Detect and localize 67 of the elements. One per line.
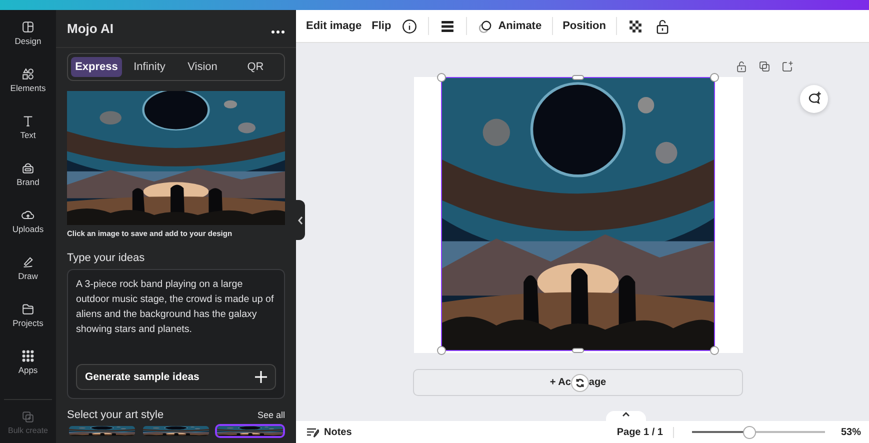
panel-title: Mojo AI (67, 21, 114, 36)
notes-icon (306, 426, 319, 438)
page-indicator[interactable]: Page 1 / 1 (616, 426, 674, 438)
art-style-thumbnail[interactable] (215, 424, 285, 438)
rail-item[interactable]: Design (0, 20, 56, 67)
mode-tab[interactable]: Vision (177, 57, 228, 77)
more-icon[interactable] (271, 30, 285, 34)
rail-item[interactable]: Projects (0, 302, 56, 349)
rail-item[interactable]: Brand (0, 161, 56, 208)
text-icon (21, 114, 35, 128)
comment-add-icon (806, 91, 822, 107)
rotate-handle[interactable] (570, 374, 589, 392)
resize-handle[interactable] (572, 75, 584, 80)
toolbar-button[interactable]: Flip (372, 20, 392, 32)
caret-icon (622, 411, 630, 417)
see-all-link[interactable]: See all (257, 410, 285, 420)
rail-item[interactable]: Apps (0, 349, 56, 396)
rail-label: Design (14, 36, 42, 46)
toolbar-button[interactable]: Position (562, 20, 606, 32)
resize-handle[interactable] (436, 346, 446, 355)
plus-icon (255, 371, 267, 383)
folder-icon (21, 302, 35, 316)
layout-icon (21, 20, 35, 34)
ideas-field[interactable]: A 3-piece rock band playing on a large outdoor music stage, the crowd is made up of aliens and the background has the galaxy showing stars and planets. Generate sample ideas (67, 269, 285, 399)
mode-tab[interactable]: Express (71, 57, 122, 77)
expand-tab[interactable] (606, 411, 646, 421)
rail-label: Projects (12, 318, 44, 328)
toolbar-button[interactable]: Animate (477, 18, 542, 34)
cloud-upload-icon (21, 208, 35, 222)
rail-item[interactable]: Elements (0, 67, 56, 114)
art-style-thumbnail[interactable] (67, 424, 137, 438)
comment-button[interactable] (800, 85, 828, 113)
add-page-button[interactable]: + Ac age (413, 369, 743, 396)
resize-handle[interactable] (572, 348, 584, 353)
rail-label: Elements (10, 83, 46, 93)
checkerboard-icon[interactable] (626, 18, 644, 34)
generate-button[interactable]: Generate sample ideas (76, 364, 276, 390)
resize-handle[interactable] (710, 346, 718, 355)
zoom-value: 53% (840, 426, 861, 438)
rail-label: Bulk create (8, 426, 48, 435)
rail-item[interactable]: Text (0, 114, 56, 161)
rail-label: Draw (18, 271, 38, 281)
rail-label: Brand (16, 177, 40, 187)
rail-item[interactable]: Draw (0, 255, 56, 302)
toolbar-button[interactable]: Edit image (306, 20, 362, 32)
resize-handle[interactable] (436, 73, 446, 82)
pen-icon (21, 255, 35, 269)
rail-label: Uploads (12, 224, 44, 234)
resize-handle[interactable] (710, 73, 718, 82)
add-icon[interactable] (781, 60, 794, 73)
copy-plus-icon (21, 410, 35, 424)
info-icon[interactable] (401, 18, 418, 34)
lock-icon[interactable] (735, 60, 748, 73)
briefcase-icon (21, 161, 35, 175)
art-style-thumbnail[interactable] (141, 424, 211, 438)
notes-button[interactable]: Notes (306, 426, 352, 438)
rail-label: Apps (18, 365, 38, 375)
art-style-label: Select your art style (67, 409, 164, 421)
ideas-label: Type your ideas (67, 252, 146, 264)
collapse-handle[interactable] (296, 200, 305, 240)
mode-tab[interactable]: QR (230, 57, 281, 77)
rail-label: Text (20, 130, 36, 140)
mode-tab[interactable]: Infinity (124, 57, 175, 77)
shapes-icon (21, 67, 35, 81)
grid-icon (21, 349, 35, 363)
rail-item[interactable]: Uploads (0, 208, 56, 255)
copy-icon[interactable] (758, 60, 771, 73)
